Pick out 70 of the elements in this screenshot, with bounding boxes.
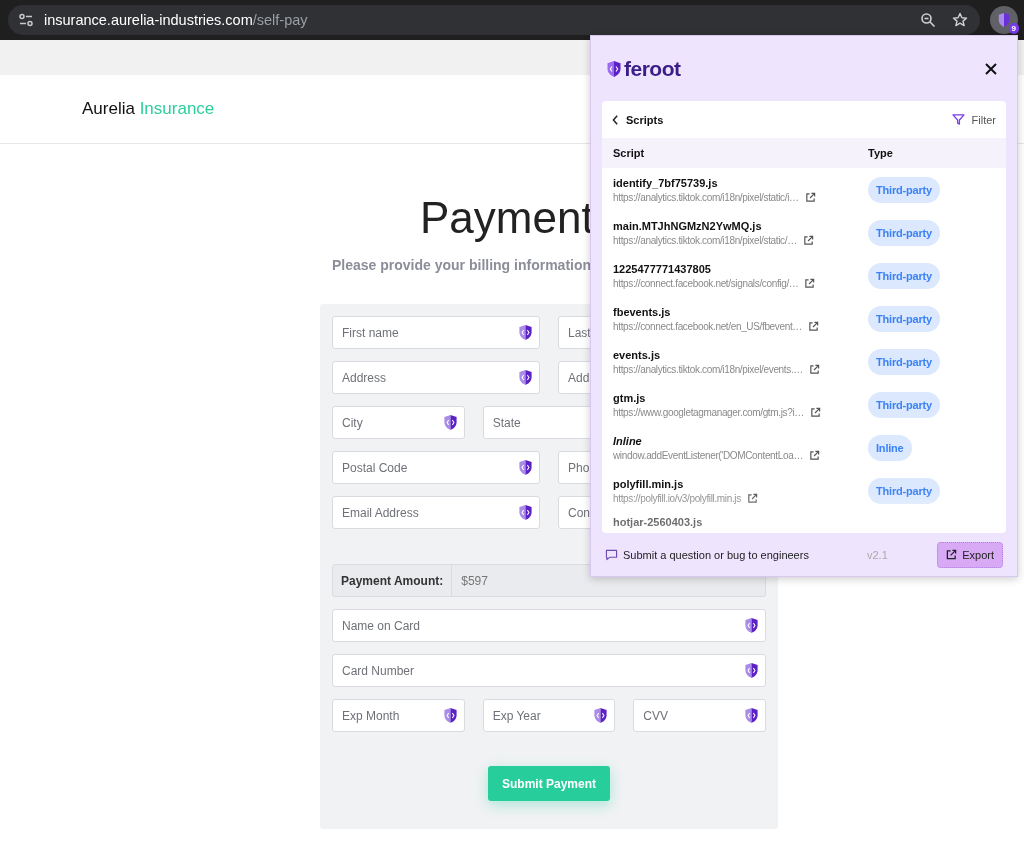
script-url: https://analytics.tiktok.com/i18n/pixel/static/i… (613, 191, 799, 203)
script-name: events.js (613, 348, 662, 361)
external-link-icon[interactable] (809, 449, 821, 461)
external-link-icon[interactable] (808, 363, 820, 375)
type-badge: Third-party (868, 391, 940, 418)
type-badge: Third-party (868, 348, 940, 375)
external-link-icon[interactable] (808, 320, 819, 332)
script-url: https://polyfill.io/v3/polyfill.min.js (613, 492, 741, 504)
input-field[interactable]: Email Address (332, 496, 540, 529)
external-link-icon[interactable] (804, 277, 816, 289)
script-name: hotjar-2560403.js (613, 516, 704, 528)
url-text: insurance.aurelia-industries.com/self-pay (44, 12, 309, 28)
site-logo[interactable]: Aurelia Insurance (82, 99, 215, 119)
filter-icon (951, 114, 965, 125)
input-field[interactable]: Exp Year (482, 699, 616, 732)
type-badge: Third-party (868, 305, 940, 332)
version-label: v2.1 (867, 548, 889, 561)
script-url: https://analytics.tiktok.com/i18n/pixel/static/… (613, 234, 797, 246)
field-value: $597 (460, 572, 489, 590)
star-icon[interactable] (952, 12, 968, 28)
column-header: Type (868, 147, 893, 159)
page-subtitle: Please provide your billing information (332, 256, 592, 274)
script-name: polyfill.min.js (613, 477, 685, 490)
type-badge: Third-party (868, 219, 940, 246)
zoom-icon[interactable] (920, 12, 936, 28)
shield-icon (606, 59, 622, 78)
input-field[interactable]: Address (332, 361, 540, 394)
script-name: 1225477771437805 (613, 262, 712, 275)
script-name: identify_7bf75739.js (613, 176, 719, 189)
input-field[interactable]: CVV (633, 699, 766, 732)
chat-icon (605, 548, 618, 561)
shield-icon (997, 12, 1011, 28)
input-field[interactable]: Card Number (332, 654, 766, 687)
logo-text: feroot (624, 56, 681, 81)
address-bar[interactable]: insurance.aurelia-industries.com/self-pay (8, 5, 980, 35)
feedback-link[interactable]: Submit a question or bug to engineers (605, 548, 867, 561)
page-title: Payment (420, 192, 594, 244)
extension-badge: 9 (1008, 23, 1019, 34)
input-field[interactable]: Name on Card (332, 609, 766, 642)
external-link-icon[interactable] (804, 191, 816, 203)
field-label: Payment Amount: (333, 565, 453, 596)
input-field[interactable]: Postal Code (332, 451, 540, 484)
external-link-icon[interactable] (809, 406, 821, 418)
script-url: https://connect.facebook.net/signals/config/… (613, 277, 799, 289)
script-url: https://connect.facebook.net/en_US/fbevent… (613, 320, 802, 332)
export-button[interactable]: Export (937, 541, 1003, 568)
export-icon (946, 549, 958, 560)
chevron-left-icon (612, 114, 619, 125)
script-url: window.addEventListener('DOMContentLoa… (613, 449, 804, 461)
external-link-icon[interactable] (802, 234, 814, 246)
script-name: fbevents.js (613, 305, 672, 318)
column-header: Script (613, 147, 646, 159)
script-name: main.MTJhNGMzN2YwMQ.js (613, 219, 763, 232)
type-badge: Inline (868, 434, 912, 461)
input-field[interactable]: Exp Month (332, 699, 465, 732)
back-button[interactable]: Scripts (612, 113, 664, 126)
script-name: gtm.js (613, 391, 647, 404)
type-badge: Third-party (868, 477, 940, 504)
script-url: https://analytics.tiktok.com/i18n/pixel/events.… (613, 363, 803, 375)
filter-button[interactable]: Filter (951, 113, 996, 126)
external-link-icon[interactable] (746, 492, 758, 504)
input-field[interactable]: City (332, 406, 465, 439)
input-field[interactable]: First name (332, 316, 540, 349)
site-settings-icon[interactable] (18, 12, 34, 28)
script-name: Inline (613, 434, 643, 447)
type-badge: Third-party (868, 176, 940, 203)
type-badge: Third-party (868, 262, 940, 289)
close-icon[interactable] (985, 62, 997, 75)
extension-button[interactable]: 9 (990, 6, 1018, 34)
script-url: https://www.googletagmanager.com/gtm.js?i… (613, 406, 804, 418)
